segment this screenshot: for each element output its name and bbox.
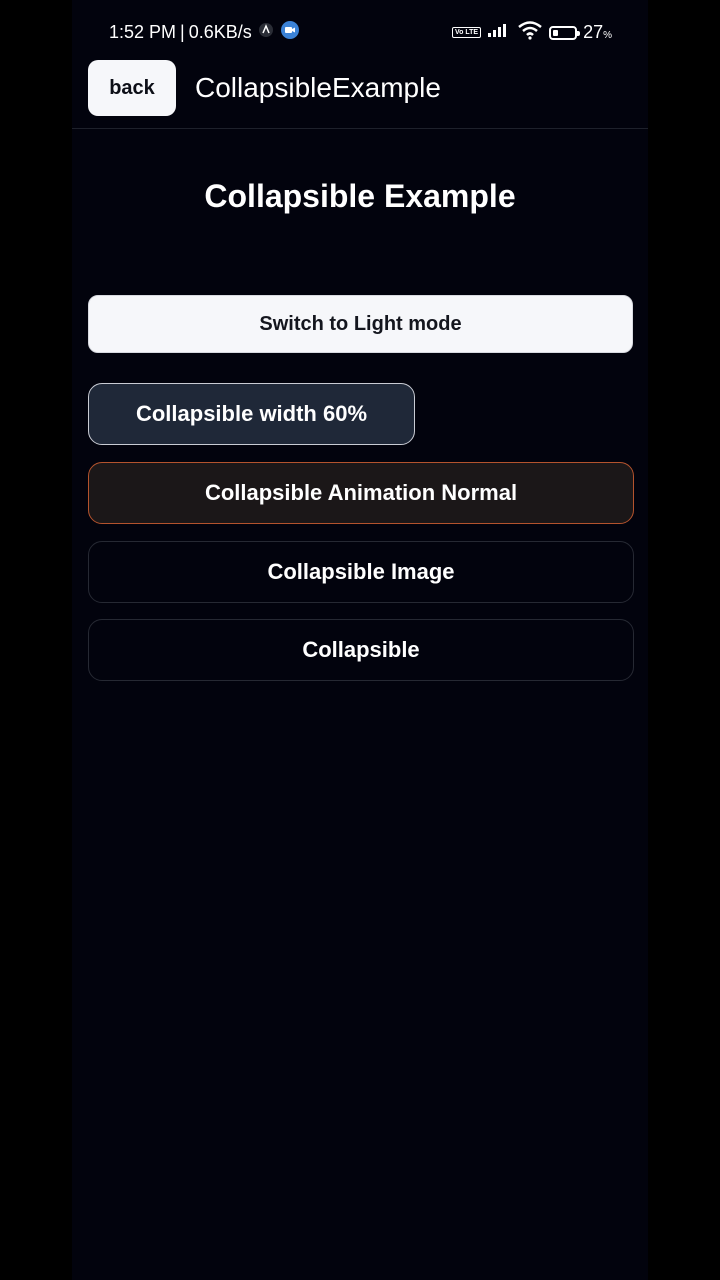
collapsible-animation-button[interactable]: Collapsible Animation Normal	[88, 462, 634, 524]
status-right: Vo LTE 27%	[446, 20, 612, 45]
header-title: CollapsibleExample	[195, 72, 441, 103]
wifi-icon	[517, 20, 543, 45]
collapsible-image-button[interactable]: Collapsible Image	[88, 541, 634, 603]
page-title: Collapsible Example	[204, 178, 516, 214]
status-bar: 1:52 PM | 0.6KB/s Vo LTE 27%	[72, 0, 648, 62]
volte-icon: Vo LTE	[451, 27, 482, 38]
network-speed: 0.6KB/s	[188, 22, 252, 42]
switch-theme-button[interactable]: Switch to Light mode	[88, 295, 633, 353]
battery-icon	[549, 25, 581, 40]
status-left: 1:52 PM | 0.6KB/s	[109, 20, 300, 45]
back-button[interactable]: back	[88, 60, 176, 116]
signal-icon	[487, 22, 511, 43]
app-header: back CollapsibleExample	[72, 58, 648, 129]
collapsible-button[interactable]: Collapsible	[88, 619, 634, 681]
app-screen: 1:52 PM | 0.6KB/s Vo LTE 27% back Collap…	[72, 0, 648, 1280]
notification-icon	[258, 22, 274, 43]
status-separator: |	[180, 22, 185, 42]
battery-percent: 27%	[583, 22, 612, 42]
battery-level	[553, 29, 559, 36]
video-app-icon	[280, 20, 300, 45]
collapsible-width-button[interactable]: Collapsible width 60%	[88, 383, 415, 445]
status-time: 1:52 PM	[109, 22, 177, 42]
